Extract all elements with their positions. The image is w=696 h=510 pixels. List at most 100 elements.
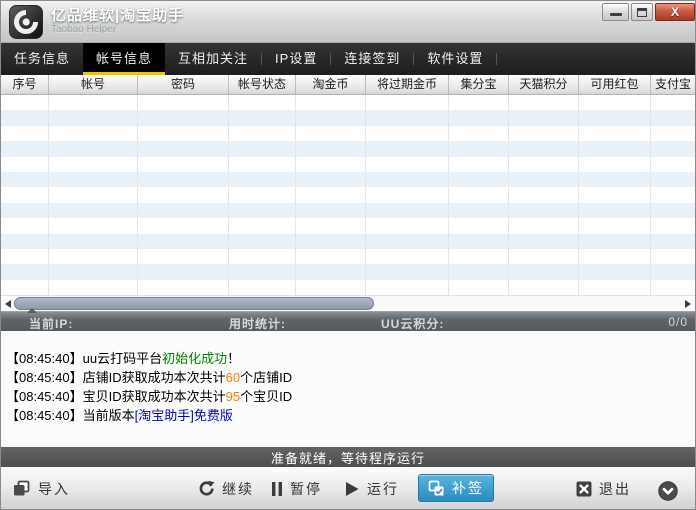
table-cell <box>509 141 579 156</box>
minimize-button[interactable] <box>602 3 629 21</box>
column-header-支付宝[interactable]: 支付宝 <box>651 75 695 94</box>
table-row[interactable] <box>1 249 695 264</box>
table-cell <box>296 249 366 264</box>
table-cell <box>579 157 651 172</box>
table-row[interactable] <box>1 280 695 295</box>
maximize-button[interactable] <box>631 3 653 21</box>
table-cell <box>651 141 695 156</box>
table-cell <box>449 280 509 295</box>
table-cell <box>366 172 449 187</box>
table-row[interactable] <box>1 157 695 172</box>
table-cell <box>229 172 296 187</box>
log-line: 【08:45:40】店铺ID获取成功本次共计60个店铺ID <box>6 368 695 387</box>
tab-IP设置[interactable]: IP设置 <box>262 43 330 75</box>
table-row[interactable] <box>1 126 695 141</box>
table-cell <box>449 249 509 264</box>
table-row[interactable] <box>1 172 695 187</box>
run-icon <box>344 481 360 497</box>
table-cell <box>366 141 449 156</box>
table-cell <box>366 110 449 125</box>
table-cell <box>449 110 509 125</box>
table-cell <box>651 280 695 295</box>
table-row[interactable] <box>1 95 695 110</box>
status-bar: 当前IP: 用时统计: UU云积分: 0/0 <box>1 311 695 331</box>
column-header-天猫积分[interactable]: 天猫积分 <box>509 75 579 94</box>
exit-icon <box>576 481 592 497</box>
scrollbar-thumb[interactable] <box>14 297 374 310</box>
table-cell <box>49 126 138 141</box>
log-segment: 【08:45:40】店铺ID获取成功本次共计 <box>6 370 226 385</box>
table-row[interactable] <box>1 218 695 233</box>
table-row[interactable] <box>1 141 695 156</box>
table-row[interactable] <box>1 187 695 202</box>
table-cell <box>49 218 138 233</box>
table-cell <box>579 264 651 279</box>
import-button[interactable]: 导入 <box>13 476 70 501</box>
table-cell <box>296 187 366 202</box>
table-cell <box>229 187 296 202</box>
table-row[interactable] <box>1 264 695 279</box>
column-header-可用红包[interactable]: 可用红包 <box>579 75 651 94</box>
table-cell <box>651 249 695 264</box>
table-cell <box>229 249 296 264</box>
tab-bar: 任务信息帐号信息互相加关注IP设置连接签到软件设置 <box>1 43 695 75</box>
minimize-icon <box>610 13 622 16</box>
tab-软件设置[interactable]: 软件设置 <box>414 43 496 75</box>
table-cell <box>49 172 138 187</box>
tab-帐号信息[interactable]: 帐号信息 <box>83 43 165 75</box>
log-segment: 个店铺ID <box>240 370 292 385</box>
close-button[interactable]: X <box>655 3 695 21</box>
column-header-淘金币[interactable]: 淘金币 <box>296 75 366 94</box>
table-cell <box>449 187 509 202</box>
table-cell <box>449 126 509 141</box>
table-cell <box>229 264 296 279</box>
table-cell <box>579 218 651 233</box>
table-cell <box>1 203 49 218</box>
resign-button-label: 补签 <box>452 478 484 498</box>
table-cell <box>509 126 579 141</box>
table-cell <box>509 203 579 218</box>
table-cell <box>49 157 138 172</box>
column-header-将过期金币[interactable]: 将过期金币 <box>366 75 449 94</box>
table-cell <box>449 218 509 233</box>
table-row[interactable] <box>1 203 695 218</box>
exit-button[interactable]: 退出 <box>576 476 631 501</box>
table-cell <box>449 141 509 156</box>
table-cell <box>366 234 449 249</box>
table-row[interactable] <box>1 110 695 125</box>
table-cell <box>49 203 138 218</box>
horizontal-scrollbar[interactable] <box>1 295 695 311</box>
resign-button[interactable]: 补签 <box>418 474 494 502</box>
table-cell <box>1 264 49 279</box>
accounts-table: 序号帐号密码帐号状态淘金币将过期金币集分宝天猫积分可用红包支付宝 <box>1 75 695 295</box>
tab-连接签到[interactable]: 连接签到 <box>331 43 413 75</box>
tab-互相加关注[interactable]: 互相加关注 <box>165 43 261 75</box>
continue-button[interactable]: 继续 <box>198 476 254 501</box>
table-cell <box>296 110 366 125</box>
tab-任务信息[interactable]: 任务信息 <box>1 43 83 75</box>
column-header-帐号状态[interactable]: 帐号状态 <box>229 75 296 94</box>
close-icon: X <box>671 6 679 18</box>
column-header-序号[interactable]: 序号 <box>1 75 49 94</box>
scroll-left-button[interactable] <box>1 296 15 311</box>
table-cell <box>366 126 449 141</box>
table-cell <box>138 234 229 249</box>
column-header-帐号[interactable]: 帐号 <box>49 75 138 94</box>
table-cell <box>449 95 509 110</box>
pause-button[interactable]: 暂停 <box>271 476 322 501</box>
column-header-集分宝[interactable]: 集分宝 <box>449 75 509 94</box>
table-cell <box>1 95 49 110</box>
run-button[interactable]: 运行 <box>344 476 399 501</box>
scroll-right-button[interactable] <box>681 296 695 311</box>
column-header-密码[interactable]: 密码 <box>138 75 229 94</box>
table-cell <box>1 280 49 295</box>
current-ip-label: 当前IP: <box>29 315 73 332</box>
table-cell <box>651 234 695 249</box>
chevron-down-icon <box>658 481 678 501</box>
table-cell <box>229 280 296 295</box>
table-cell <box>509 234 579 249</box>
more-button[interactable] <box>658 478 678 503</box>
table-row[interactable] <box>1 234 695 249</box>
log-segment: 60 <box>226 370 240 385</box>
table-cell <box>651 126 695 141</box>
